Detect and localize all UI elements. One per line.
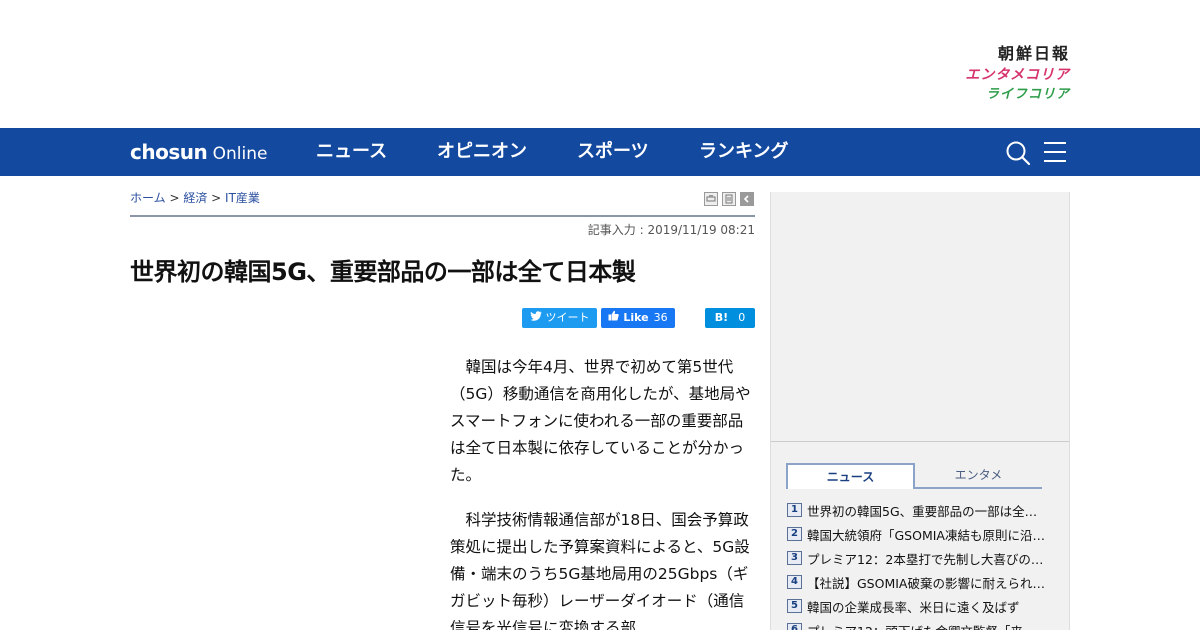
- article-headline: 世界初の韓国5G、重要部品の一部は全て日本製: [130, 258, 636, 286]
- breadcrumb-separator: >: [207, 191, 226, 205]
- twitter-bird-icon: [530, 308, 542, 328]
- ranking-item[interactable]: 2 韓国大統領府「GSOMIA凍結も原則に沿って」: [787, 522, 1051, 546]
- breadcrumb-economy-link[interactable]: 経済: [183, 191, 207, 205]
- back-arrow-icon[interactable]: [740, 192, 754, 206]
- thumbs-up-icon: [608, 308, 620, 328]
- nav-item-opinion[interactable]: オピニオン: [437, 141, 527, 163]
- breadcrumb: ホーム > 経済 > IT産業: [130, 191, 260, 205]
- tweet-label: ツイート: [545, 311, 590, 324]
- hatena-count: 0: [738, 311, 746, 324]
- ranking-item-title: 韓国の企業成長率、米日に遠く及ばず: [807, 599, 1020, 615]
- logo-text-bold: chosun: [130, 140, 208, 164]
- breadcrumb-separator: >: [165, 191, 184, 205]
- ranking-item-title: 韓国大統領府「GSOMIA凍結も原則に沿って」: [807, 527, 1047, 543]
- nav-item-news[interactable]: ニュース: [316, 141, 387, 163]
- chosun-online-logo[interactable]: chosun Online: [130, 140, 267, 166]
- life-korea-logo[interactable]: ライフコリア: [965, 86, 1070, 104]
- rank-number: 6: [787, 623, 802, 630]
- hatena-b-icon: B!: [714, 311, 729, 324]
- rank-number: 4: [787, 575, 802, 589]
- hamburger-menu-icon[interactable]: [1043, 141, 1067, 163]
- top-header: 朝鮮日報 エンタメコリア ライフコリア: [0, 0, 1200, 128]
- ranking-tabs: ニュース エンタメ: [786, 463, 1042, 489]
- ranking-item[interactable]: 3 プレミア12：2本塁打で先制し大喜びの韓国: [787, 546, 1051, 570]
- article-paragraph: 韓国は今年4月、世界で初めて第5世代（5G）移動通信を商用化したが、基地局やスマ…: [450, 358, 751, 484]
- like-label: Like: [623, 311, 649, 324]
- ranking-item-title: 世界初の韓国5G、重要部品の一部は全て日本製: [807, 503, 1047, 519]
- hatena-bookmark-button[interactable]: B! 0: [705, 308, 755, 328]
- ranking-item-title: プレミア12：2本塁打で先制し大喜びの韓国: [807, 551, 1047, 567]
- like-count: 36: [653, 311, 668, 324]
- logo-text-light: Online: [207, 144, 268, 164]
- brand-logos: 朝鮮日報 エンタメコリア ライフコリア: [965, 44, 1070, 104]
- article-tools: [704, 192, 754, 206]
- rank-number: 3: [787, 551, 802, 565]
- page-icon[interactable]: [722, 192, 736, 206]
- article-paragraph: 科学技術情報通信部が18日、国会予算政策処に提出した予算案資料によると、5G設備…: [450, 511, 750, 630]
- rank-number: 1: [787, 503, 802, 517]
- chosun-ilbo-logo[interactable]: 朝鮮日報: [965, 44, 1070, 64]
- search-icon[interactable]: [1005, 140, 1031, 166]
- breadcrumb-home-link[interactable]: ホーム: [130, 191, 166, 205]
- entame-korea-logo[interactable]: エンタメコリア: [965, 64, 1070, 86]
- article-date: 記事入力 : 2019/11/19 08:21: [587, 223, 755, 237]
- print-icon[interactable]: [704, 192, 718, 206]
- right-sidebar: ニュース エンタメ 1 世界初の韓国5G、重要部品の一部は全て日本製 2 韓国大…: [770, 192, 1070, 630]
- tab-entame[interactable]: エンタメ: [915, 463, 1042, 489]
- ad-area: [771, 192, 1069, 442]
- tab-news[interactable]: ニュース: [786, 463, 915, 489]
- ranking-item[interactable]: 1 世界初の韓国5G、重要部品の一部は全て日本製: [787, 498, 1051, 522]
- ranking-list: 1 世界初の韓国5G、重要部品の一部は全て日本製 2 韓国大統領府「GSOMIA…: [787, 498, 1051, 630]
- article-body: 韓国は今年4月、世界で初めて第5世代（5G）移動通信を商用化したが、基地局やスマ…: [450, 354, 756, 630]
- ranking-item-title: プレミア12：頭下げた金卿文監督「来年の東京: [807, 621, 1047, 630]
- ranking-item-title: 【社説】GSOMIA破棄の影響に耐えられるのか: [807, 575, 1047, 591]
- rank-number: 5: [787, 599, 802, 613]
- nav-item-sports[interactable]: スポーツ: [577, 141, 649, 163]
- ranking-item[interactable]: 5 韓国の企業成長率、米日に遠く及ばず: [787, 594, 1051, 618]
- ranking-item[interactable]: 6 プレミア12：頭下げた金卿文監督「来年の東京: [787, 618, 1051, 630]
- breadcrumb-it-link[interactable]: IT産業: [225, 191, 260, 205]
- rank-number: 2: [787, 527, 802, 541]
- ranking-item[interactable]: 4 【社説】GSOMIA破棄の影響に耐えられるのか: [787, 570, 1051, 594]
- facebook-like-button[interactable]: Like 36: [601, 308, 675, 328]
- tweet-button[interactable]: ツイート: [522, 308, 597, 328]
- nav-item-ranking[interactable]: ランキング: [699, 141, 788, 163]
- header-divider: [130, 215, 755, 217]
